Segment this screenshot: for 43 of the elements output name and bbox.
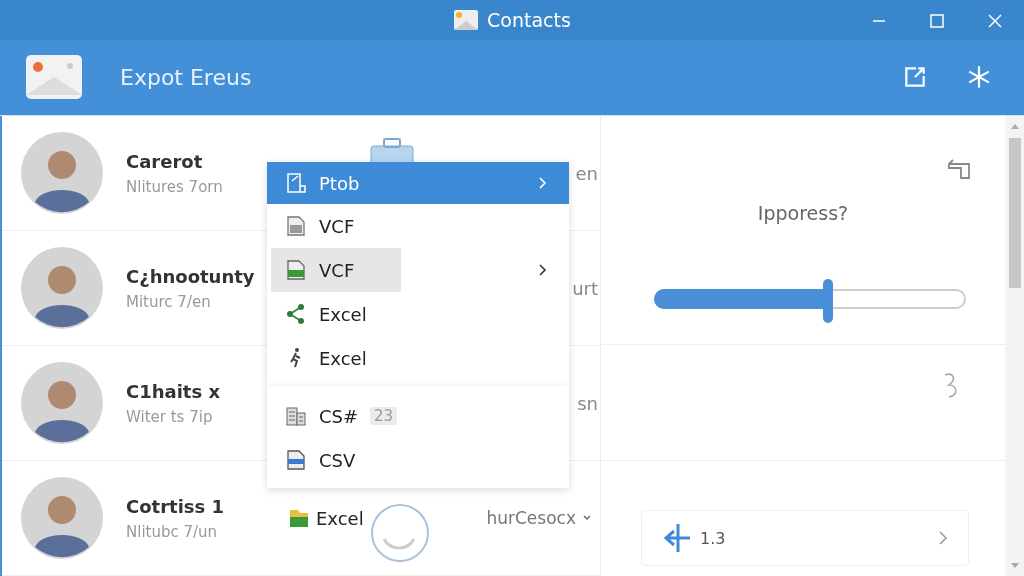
loading-spinner	[369, 503, 430, 563]
menu-item[interactable]: Excel	[267, 292, 569, 336]
column-text: urt	[572, 277, 598, 299]
building-icon	[285, 405, 307, 427]
menu-item[interactable]: Ptob	[267, 162, 569, 204]
column-text: en	[575, 162, 598, 184]
scrollbar-thumb[interactable]	[1008, 138, 1021, 288]
minimize-icon	[871, 20, 887, 22]
submenu-chevron-icon	[539, 177, 547, 189]
menu-item[interactable]: CS# 23	[267, 394, 569, 438]
format-dropdown[interactable]: hurCesocx	[480, 507, 598, 529]
contact-name: Carerot	[126, 150, 204, 172]
document-icon	[285, 172, 307, 194]
submenu-chevron-icon	[539, 264, 547, 276]
slider-label: Ipporess?	[757, 202, 849, 224]
column-text: sn	[577, 392, 598, 414]
contact-detail: Nlitures 7orn	[126, 177, 224, 196]
folder-icon	[288, 507, 310, 529]
window-title: Contacts	[487, 8, 571, 31]
scroll-down-icon[interactable]	[1009, 562, 1020, 570]
menu-item[interactable]: VCF	[267, 248, 569, 292]
format-label: Excel	[316, 507, 364, 529]
contact-name: C1haits x	[126, 380, 222, 402]
contact-detail: Nlitubc 7/un	[126, 522, 219, 541]
chevron-icon	[938, 530, 948, 546]
image-icon	[26, 55, 82, 100]
menu-item[interactable]: CSV	[267, 438, 569, 482]
menu-item[interactable]: VCF	[267, 204, 569, 248]
menu-item[interactable]: Excel	[267, 336, 569, 380]
header-title: Expot Ereus	[120, 64, 253, 90]
contact-name: Cotrtiss 1	[126, 495, 226, 517]
spreadsheet-icon	[285, 449, 307, 471]
scroll-up-icon[interactable]	[1009, 122, 1020, 130]
image-icon	[453, 8, 480, 31]
contact-detail: Witer ts 7ip	[126, 407, 214, 426]
value-stepper[interactable]: 1.3	[641, 510, 969, 566]
spreadsheet-icon	[285, 259, 307, 281]
contact-name: C¿hnootunty	[126, 265, 256, 287]
contact-detail: Miturc 7/en	[126, 292, 212, 311]
maximize-icon	[929, 13, 945, 29]
spreadsheet-icon	[285, 215, 307, 237]
share-icon	[285, 303, 307, 325]
close-icon	[987, 13, 1003, 29]
